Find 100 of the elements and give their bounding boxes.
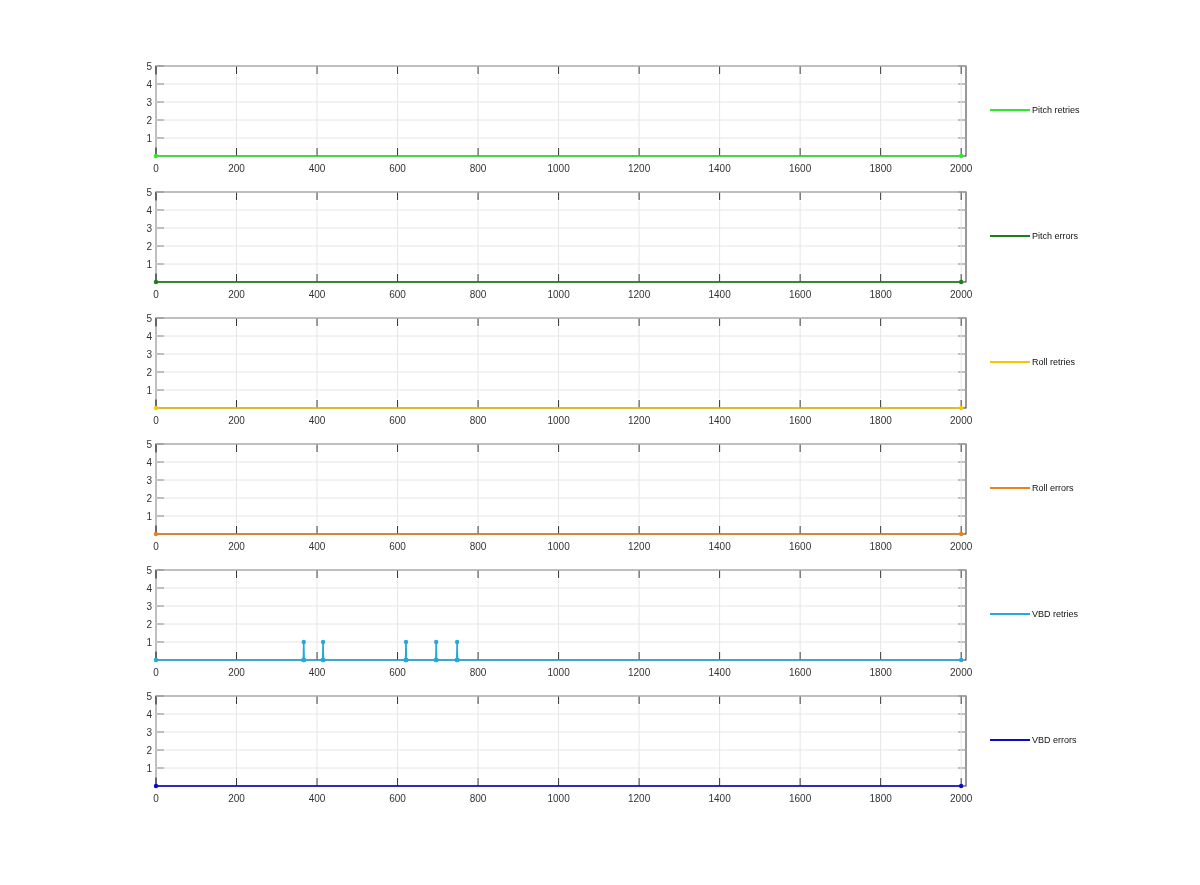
tick-label: 5 bbox=[146, 313, 152, 324]
tick-label: 1200 bbox=[628, 289, 651, 300]
tick-label: 1 bbox=[146, 133, 152, 144]
tick-label: 1600 bbox=[789, 793, 812, 804]
tick-label: 400 bbox=[308, 415, 326, 426]
tick-label: 600 bbox=[389, 541, 406, 552]
tick-label: 5 bbox=[146, 691, 152, 702]
tick-label: 2000 bbox=[950, 163, 973, 174]
tick-label: 1800 bbox=[869, 415, 892, 426]
tick-label: 4 bbox=[146, 331, 152, 342]
tick-label: 1800 bbox=[869, 541, 892, 552]
tick-label: 1000 bbox=[547, 415, 570, 426]
tick-label: 2 bbox=[146, 115, 152, 126]
tick-label: 1400 bbox=[708, 541, 731, 552]
legend-label: VBD errors bbox=[1032, 735, 1077, 745]
tick-label: 1000 bbox=[547, 793, 570, 804]
tick-label: 800 bbox=[469, 289, 487, 300]
tick-label: 1400 bbox=[708, 667, 731, 678]
tick-label: 1200 bbox=[628, 793, 651, 804]
tick-label: 0 bbox=[153, 289, 159, 300]
tick-label: 4 bbox=[146, 205, 152, 216]
tick-label: 2000 bbox=[950, 289, 973, 300]
tick-label: 400 bbox=[308, 541, 326, 552]
tick-label: 600 bbox=[389, 793, 406, 804]
tick-label: 1600 bbox=[789, 667, 812, 678]
legend-label: Roll retries bbox=[1032, 357, 1075, 367]
tick-label: 3 bbox=[146, 727, 152, 738]
tick-label: 4 bbox=[146, 583, 152, 594]
tick-label: 1800 bbox=[869, 793, 892, 804]
legend-label: Roll errors bbox=[1032, 483, 1074, 493]
tick-label: 1600 bbox=[789, 163, 812, 174]
legend-label: VBD retries bbox=[1032, 609, 1078, 619]
tick-label: 1400 bbox=[708, 289, 731, 300]
tick-label: 400 bbox=[308, 289, 326, 300]
tick-label: 0 bbox=[153, 541, 159, 552]
tick-label: 400 bbox=[308, 793, 326, 804]
tick-label: 3 bbox=[146, 223, 152, 234]
tick-label: 2 bbox=[146, 367, 152, 378]
tick-label: 5 bbox=[146, 61, 152, 72]
tick-label: 1 bbox=[146, 511, 152, 522]
tick-label: 4 bbox=[146, 79, 152, 90]
tick-label: 200 bbox=[228, 415, 245, 426]
tick-label: 1 bbox=[146, 259, 152, 270]
tick-label: 1800 bbox=[869, 667, 892, 678]
tick-label: 2 bbox=[146, 493, 152, 504]
tick-label: 5 bbox=[146, 439, 152, 450]
tick-label: 1800 bbox=[869, 163, 892, 174]
tick-label: 2 bbox=[146, 241, 152, 252]
tick-label: 800 bbox=[469, 163, 487, 174]
tick-label: 1000 bbox=[547, 667, 570, 678]
tick-label: 2000 bbox=[950, 793, 973, 804]
tick-label: 1600 bbox=[789, 289, 812, 300]
tick-label: 0 bbox=[153, 163, 159, 174]
tick-label: 600 bbox=[389, 163, 406, 174]
tick-label: 800 bbox=[469, 667, 487, 678]
tick-label: 600 bbox=[389, 667, 406, 678]
tick-label: 200 bbox=[228, 289, 245, 300]
tick-label: 3 bbox=[146, 601, 152, 612]
tick-label: 3 bbox=[146, 97, 152, 108]
tick-label: 4 bbox=[146, 709, 152, 720]
tick-label: 600 bbox=[389, 289, 406, 300]
tick-label: 5 bbox=[146, 565, 152, 576]
tick-label: 1800 bbox=[869, 289, 892, 300]
tick-label: 3 bbox=[146, 475, 152, 486]
tick-label: 3 bbox=[146, 349, 152, 360]
tick-label: 1 bbox=[146, 385, 152, 396]
tick-label: 1200 bbox=[628, 163, 651, 174]
tick-label: 600 bbox=[389, 415, 406, 426]
tick-label: 1400 bbox=[708, 163, 731, 174]
tick-label: 1200 bbox=[628, 541, 651, 552]
tick-label: 800 bbox=[469, 793, 487, 804]
tick-label: 400 bbox=[308, 163, 326, 174]
tick-label: 1400 bbox=[708, 415, 731, 426]
tick-label: 800 bbox=[469, 415, 487, 426]
tick-label: 200 bbox=[228, 667, 245, 678]
tick-label: 0 bbox=[153, 667, 159, 678]
tick-label: 1200 bbox=[628, 667, 651, 678]
tick-label: 5 bbox=[146, 187, 152, 198]
tick-label: 1200 bbox=[628, 415, 651, 426]
tick-label: 2 bbox=[146, 619, 152, 630]
legend-label: Pitch errors bbox=[1032, 231, 1078, 241]
tick-label: 2000 bbox=[950, 667, 973, 678]
tick-label: 1600 bbox=[789, 415, 812, 426]
tick-label: 1600 bbox=[789, 541, 812, 552]
tick-label: 2000 bbox=[950, 415, 973, 426]
tick-label: 200 bbox=[228, 541, 245, 552]
tick-label: 2000 bbox=[950, 541, 973, 552]
tick-label: 200 bbox=[228, 793, 245, 804]
tick-label: 4 bbox=[146, 457, 152, 468]
legend-label: Pitch retries bbox=[1032, 105, 1080, 115]
tick-label: 0 bbox=[153, 415, 159, 426]
tick-label: 400 bbox=[308, 667, 326, 678]
tick-label: 1 bbox=[146, 637, 152, 648]
tick-label: 1000 bbox=[547, 541, 570, 552]
tick-label: 2 bbox=[146, 745, 152, 756]
tick-label: 0 bbox=[153, 793, 159, 804]
tick-label: 800 bbox=[469, 541, 487, 552]
tick-label: 1400 bbox=[708, 793, 731, 804]
tick-label: 1000 bbox=[547, 163, 570, 174]
tick-label: 200 bbox=[228, 163, 245, 174]
